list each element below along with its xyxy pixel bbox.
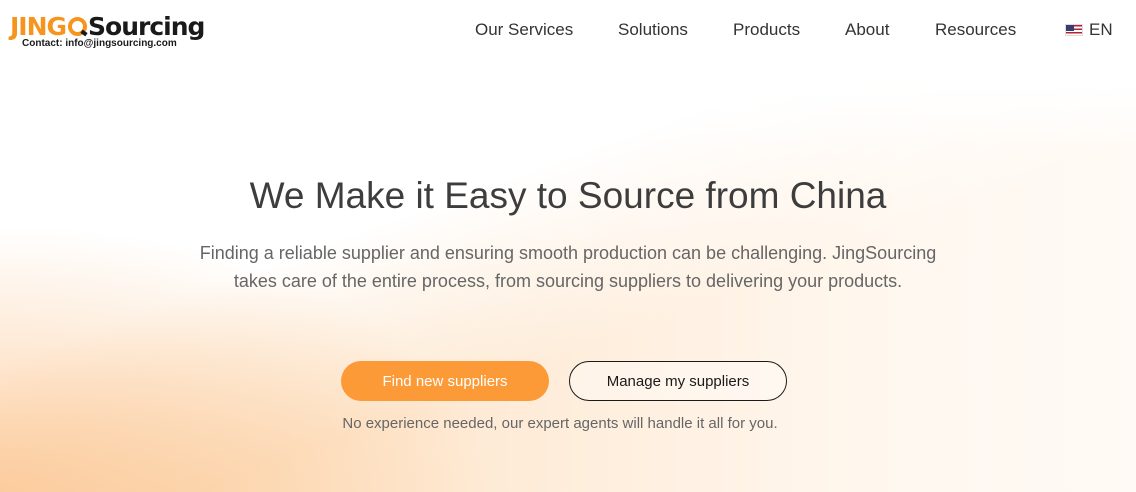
hero-note: No experience needed, our expert agents … [342,415,778,432]
nav-item-solutions[interactable]: Solutions [618,20,688,40]
manage-my-suppliers-button[interactable]: Manage my suppliers [569,361,787,401]
nav-item-our-services[interactable]: Our Services [475,20,573,40]
hero-title: We Make it Easy to Source from China [249,175,887,216]
site-header: JING Sourcing Contact: info@jingsourcing.… [0,0,1136,62]
nav-item-products[interactable]: Products [733,20,800,40]
language-selector[interactable]: EN [1065,20,1113,40]
us-flag-icon [1065,24,1083,36]
nav-item-about[interactable]: About [845,20,889,40]
find-new-suppliers-button[interactable]: Find new suppliers [341,361,549,401]
hero-description: Finding a reliable supplier and ensuring… [199,243,937,291]
language-label: EN [1089,20,1113,39]
main-nav: Our Services Solutions Products About Re… [0,20,1136,42]
hero-section: We Make it Easy to Source from China Fin… [0,0,1136,492]
nav-item-resources[interactable]: Resources [935,20,1016,40]
